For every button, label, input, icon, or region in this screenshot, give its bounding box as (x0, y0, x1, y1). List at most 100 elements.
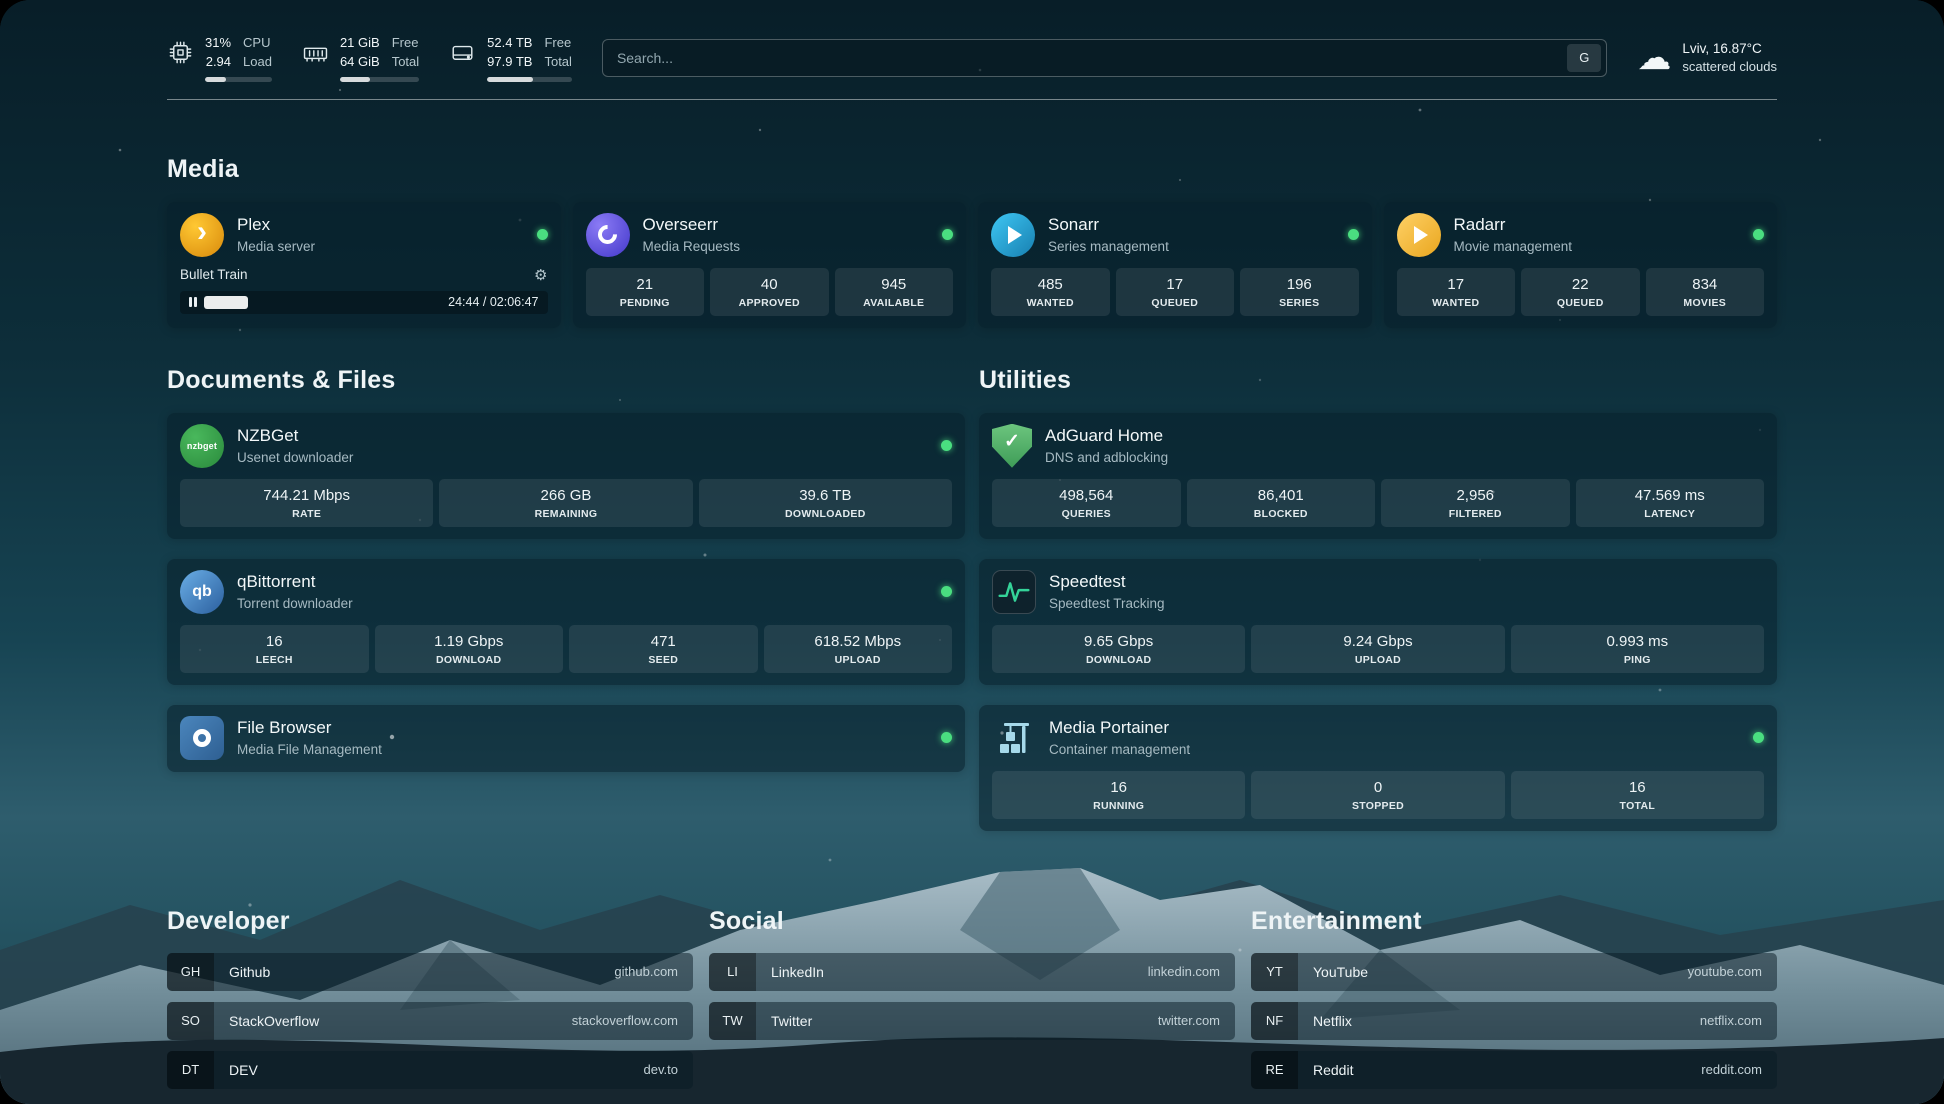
stat-label: LEECH (184, 654, 365, 666)
memory-widget: 21 GiB Free 64 GiB Total (302, 34, 419, 82)
stat-rate: 744.21 Mbps RATE (180, 479, 433, 527)
disk-progress-bar (487, 77, 572, 82)
overseerr-link[interactable]: Overseerr Media Requests (586, 213, 954, 257)
bookmark-name: Github (229, 964, 270, 980)
cpu-icon (167, 39, 194, 66)
topbar-divider (167, 99, 1777, 100)
qbittorrent-link[interactable]: qb qBittorrent Torrent downloader (180, 570, 952, 614)
stat-label: MOVIES (1650, 297, 1761, 309)
memory-icon (302, 39, 329, 66)
service-card-adguard: ✓ AdGuard Home DNS and adblocking 498,56… (979, 413, 1777, 539)
stat-label: SERIES (1244, 297, 1355, 309)
disk-readout: 52.4 TB Free 97.9 TB Total (487, 34, 572, 82)
bookmark-stackoverflow[interactable]: SO StackOverflow stackoverflow.com (167, 1002, 693, 1040)
bookmark-linkedin[interactable]: LI LinkedIn linkedin.com (709, 953, 1235, 991)
stat-label: LATENCY (1580, 508, 1761, 520)
sonarr-link[interactable]: Sonarr Series management (991, 213, 1359, 257)
stat-latency: 47.569 ms LATENCY (1576, 479, 1765, 527)
nzbget-stats: 744.21 Mbps RATE 266 GB REMAINING 39.6 T… (180, 479, 952, 527)
bookmarks-row: Developer GH Github github.com SO StackO… (167, 907, 1777, 1100)
memory-readout: 21 GiB Free 64 GiB Total (340, 34, 419, 82)
stat-wanted: 17 WANTED (1397, 268, 1516, 316)
stat-value: 0 (1255, 779, 1500, 796)
filebrowser-link[interactable]: File Browser Media File Management (180, 716, 952, 760)
stat-label: PING (1515, 654, 1760, 666)
filebrowser-icon (180, 716, 224, 760)
memory-free-value: 21 GiB (340, 34, 380, 53)
stat-value: 266 GB (443, 487, 688, 504)
radarr-text: Radarr Movie management (1454, 215, 1573, 253)
middle-columns: Documents & Files nzbget NZBGet Usenet d… (167, 366, 1777, 851)
status-dot (1348, 229, 1359, 240)
stat-remaining: 266 GB REMAINING (439, 479, 692, 527)
search-provider-button[interactable]: G (1567, 44, 1601, 72)
plex-link[interactable]: › Plex Media server (180, 213, 548, 257)
bookmark-github[interactable]: GH Github github.com (167, 953, 693, 991)
stat-upload: 9.24 Gbps UPLOAD (1251, 625, 1504, 673)
bookmark-abbr: GH (167, 953, 214, 991)
service-desc: Torrent downloader (237, 596, 353, 611)
stat-label: RATE (184, 508, 429, 520)
stat-total: 16 TOTAL (1511, 771, 1764, 819)
status-dot (1753, 229, 1764, 240)
bookmark-reddit[interactable]: RE Reddit reddit.com (1251, 1051, 1777, 1089)
bookmark-netflix[interactable]: NF Netflix netflix.com (1251, 1002, 1777, 1040)
service-name: AdGuard Home (1045, 426, 1168, 446)
portainer-crane-icon (992, 716, 1036, 760)
adguard-link[interactable]: ✓ AdGuard Home DNS and adblocking (992, 424, 1764, 468)
stat-pending: 21 PENDING (586, 268, 705, 316)
cpu-usage-value: 31% (205, 34, 231, 53)
stat-value: 485 (995, 276, 1106, 293)
service-desc: Speedtest Tracking (1049, 596, 1165, 611)
bookmark-url: linkedin.com (1148, 964, 1220, 979)
playback-progress-track (204, 296, 438, 309)
service-name: Speedtest (1049, 572, 1165, 592)
stat-value: 17 (1401, 276, 1512, 293)
status-dot (942, 229, 953, 240)
radarr-link[interactable]: Radarr Movie management (1397, 213, 1765, 257)
service-card-sonarr: Sonarr Series management 485 WANTED 17 Q… (978, 202, 1372, 328)
stat-ping: 0.993 ms PING (1511, 625, 1764, 673)
bookmark-group-social: Social LI LinkedIn linkedin.com TW Twitt… (709, 907, 1235, 1100)
bookmark-youtube[interactable]: YT YouTube youtube.com (1251, 953, 1777, 991)
bookmark-twitter[interactable]: TW Twitter twitter.com (709, 1002, 1235, 1040)
bookmark-url: stackoverflow.com (572, 1013, 678, 1028)
nzbget-link[interactable]: nzbget NZBGet Usenet downloader (180, 424, 952, 468)
disk-widget: 52.4 TB Free 97.9 TB Total (449, 34, 572, 82)
status-dot (941, 732, 952, 743)
now-playing-header: Bullet Train ⚙ (180, 266, 548, 284)
dashboard-content: 31% CPU 2.94 Load 21 G (0, 0, 1944, 1104)
portainer-stats: 16 RUNNING 0 STOPPED 16 TOTAL (992, 771, 1764, 819)
stat-value: 498,564 (996, 487, 1177, 504)
gear-icon[interactable]: ⚙ (534, 266, 547, 284)
sonarr-icon (991, 213, 1035, 257)
status-dot (941, 586, 952, 597)
stat-queries: 498,564 QUERIES (992, 479, 1181, 527)
stat-available: 945 AVAILABLE (835, 268, 954, 316)
cpu-progress-fill (205, 77, 226, 82)
service-desc: Media server (237, 239, 315, 254)
service-name: Overseerr (643, 215, 741, 235)
stat-download: 9.65 Gbps DOWNLOAD (992, 625, 1245, 673)
stat-value: 17 (1120, 276, 1231, 293)
nzbget-icon: nzbget (180, 424, 224, 468)
playback-time: 24:44 / 02:06:47 (448, 295, 538, 309)
stat-value: 86,401 (1191, 487, 1372, 504)
speedtest-link[interactable]: Speedtest Speedtest Tracking (992, 570, 1764, 614)
bookmark-dev[interactable]: DT DEV dev.to (167, 1051, 693, 1089)
portainer-link[interactable]: Media Portainer Container management (992, 716, 1764, 760)
bookmark-name: DEV (229, 1062, 258, 1078)
bookmark-url: reddit.com (1701, 1062, 1762, 1077)
playback-progress-fill (204, 296, 248, 309)
speedtest-stats: 9.65 Gbps DOWNLOAD 9.24 Gbps UPLOAD 0.99… (992, 625, 1764, 673)
search-input[interactable] (617, 50, 1567, 66)
stat-value: 40 (714, 276, 825, 293)
stat-download: 1.19 Gbps DOWNLOAD (375, 625, 564, 673)
cloud-icon: ☁ (1637, 41, 1671, 75)
dashboard-page: 31% CPU 2.94 Load 21 G (0, 0, 1944, 1104)
stat-label: QUEUED (1525, 297, 1636, 309)
disk-free-value: 52.4 TB (487, 34, 532, 53)
pause-icon[interactable] (189, 297, 197, 307)
overseerr-text: Overseerr Media Requests (643, 215, 741, 253)
qbittorrent-text: qBittorrent Torrent downloader (237, 572, 353, 610)
